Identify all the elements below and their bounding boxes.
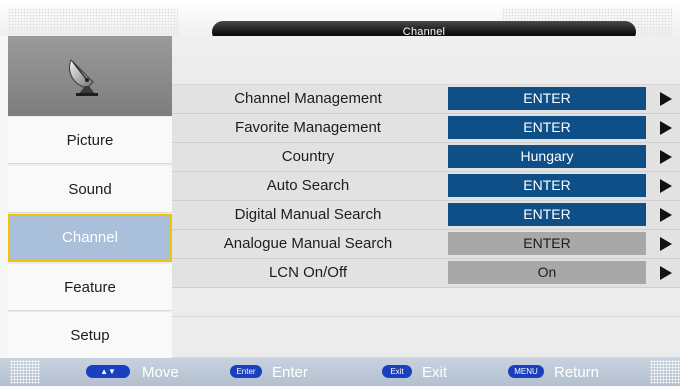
sidebar-item-label: Setup [70,327,110,344]
sidebar-item-feature[interactable]: Feature [8,264,172,311]
setting-label: Analogue Manual Search [223,235,393,252]
sidebar-item-label: Sound [68,181,112,198]
spacer-row [172,288,680,317]
arrow-right-icon[interactable] [660,150,672,164]
arrow-right-icon[interactable] [660,208,672,222]
enter-key-badge: Enter [230,365,262,378]
enter-button[interactable]: ENTER [448,203,646,226]
country-selector[interactable]: Hungary [448,145,646,168]
sidebar-item-setup[interactable]: Setup [8,312,172,358]
setting-row-country[interactable]: Country Hungary [172,143,680,172]
arrow-right-icon[interactable] [660,179,672,193]
setting-label: Country [281,148,335,165]
enter-button[interactable]: ENTER [448,174,646,197]
sidebar-item-label: Picture [66,132,114,149]
sidebar-item-channel[interactable]: Channel [8,214,172,262]
setting-row-auto-search[interactable]: Auto Search ENTER [172,172,680,201]
category-icon-box [8,36,172,116]
arrow-up-down-icon: ▲▼ [86,365,130,378]
decor-dots-right [650,360,680,384]
menu-key-badge: MENU [508,365,544,378]
setting-row-channel-management[interactable]: Channel Management ENTER [172,85,680,114]
sidebar-item-picture[interactable]: Picture [8,117,172,164]
arrow-right-icon[interactable] [660,237,672,251]
hint-label: Enter [272,364,308,381]
setting-label: LCN On/Off [268,264,348,281]
sidebar-item-label: Feature [64,279,116,296]
hint-label: Exit [422,364,448,381]
exit-key-badge: Exit [382,365,412,378]
setting-row-analogue-manual-search[interactable]: Analogue Manual Search ENTER [172,230,680,259]
decor-dots-left [10,360,40,384]
footer-bar: ▲▼ Move Enter Enter Exit Exit MENU Retur… [0,358,680,386]
setting-label: Favorite Management [235,119,381,136]
decor-dots-left [8,8,178,38]
setting-row-favorite-management[interactable]: Favorite Management ENTER [172,114,680,143]
setting-row-digital-manual-search[interactable]: Digital Manual Search ENTER [172,201,680,230]
arrow-right-icon[interactable] [660,266,672,280]
setting-row-lcn[interactable]: LCN On/Off On [172,259,680,288]
spacer-row [172,317,680,358]
setting-label: Channel Management [234,90,382,107]
sidebar-item-sound[interactable]: Sound [8,166,172,213]
setting-label: Digital Manual Search [234,206,382,223]
arrow-right-icon[interactable] [660,121,672,135]
hint-label: Move [142,364,179,381]
satellite-dish-icon [69,59,98,96]
setting-label: Auto Search [266,177,350,194]
lcn-toggle[interactable]: On [448,261,646,284]
enter-button[interactable]: ENTER [448,87,646,110]
sidebar-item-label: Channel [62,229,118,246]
hint-label: Return [554,364,600,381]
spacer-row [172,56,680,85]
enter-button[interactable]: ENTER [448,232,646,255]
arrow-right-icon[interactable] [660,92,672,106]
enter-button[interactable]: ENTER [448,116,646,139]
